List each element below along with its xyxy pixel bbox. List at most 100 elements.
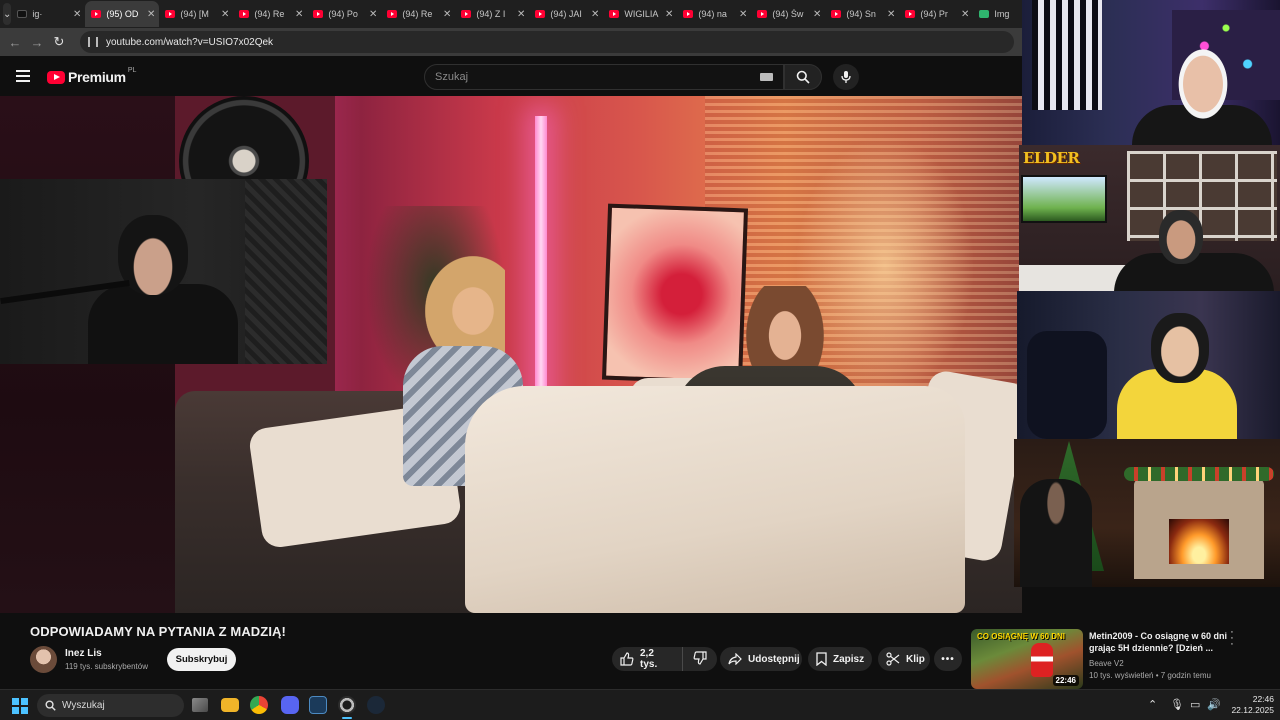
tab-close-icon[interactable]: ✕ [369,9,377,20]
app-window-icon[interactable] [309,696,327,714]
image-icon [979,10,990,18]
tab-strip: ⌄ ig· ✕ (95) OD ✕ (94) [M ✕ (94) Re ✕ (94) Po ✕ (9… [0,0,1022,28]
share-button[interactable]: Udostępnij [720,647,802,671]
webcam-yellow-hoodie [1017,291,1280,439]
cam4-person [1020,479,1092,587]
clock[interactable]: 22:46 22.12.2025 [1222,694,1274,716]
microphone-tray-icon[interactable]: 🎙 [1170,698,1184,711]
chrome-icon[interactable] [250,696,268,714]
youtube-icon [831,10,842,18]
tab-close-icon[interactable]: ✕ [665,9,673,20]
tab-label: ig· [32,9,43,19]
dislike-button[interactable] [683,647,717,671]
browser-tab[interactable]: (94) Z I ✕ [455,1,529,27]
browser-tab[interactable]: (94) JAI ✕ [529,1,603,27]
like-count: 2,2 tys. [640,648,658,670]
task-view-icon[interactable] [192,698,208,712]
webcam-christmas [1014,439,1280,587]
windows-start-icon[interactable] [12,698,28,714]
youtube-icon [387,10,398,18]
save-button[interactable]: Zapisz [808,647,872,671]
browser-tab[interactable]: (94) Re ✕ [233,1,307,27]
network-icon[interactable]: ▭ [1190,698,1200,711]
volume-icon[interactable]: 🔊 [1207,698,1221,711]
search-input[interactable] [435,71,760,83]
clip-button[interactable]: Klip [878,647,930,671]
tab-label: (94) na [698,9,727,19]
browser-tab[interactable]: (95) OD ✕ [85,1,160,27]
tab-close-icon[interactable]: ✕ [147,9,155,20]
tab-close-icon[interactable]: ✕ [295,9,303,20]
tab-close-icon[interactable]: ✕ [443,9,451,20]
chevron-up-icon[interactable]: ⌃ [1148,698,1157,711]
url-field[interactable]: youtube.com/watch?v=USIO7x02Qek [80,31,1014,53]
back-arrow-icon[interactable]: ← [4,35,26,50]
elder-badge: ELDER [1023,149,1080,167]
browser-tab[interactable]: WIGILIA ✕ [603,1,677,27]
video-player[interactable] [0,96,1022,613]
tab-label: (94) Sn [846,9,876,19]
taskbar-search[interactable]: Wyszukaj [37,694,184,717]
obs-icon[interactable] [338,696,356,714]
tab-label: (94) Św [772,9,804,19]
file-explorer-icon[interactable] [221,698,239,712]
recommended-channel[interactable]: Beave V2 [1089,659,1124,668]
desk [1019,265,1129,291]
neon-lamp [535,116,547,416]
discord-icon[interactable] [281,696,299,714]
channel-avatar[interactable] [30,646,57,673]
youtube-icon [239,10,250,18]
browser-tab[interactable]: (94) na ✕ [677,1,751,27]
webcam-top-right [1022,0,1280,145]
tab-close-icon[interactable]: ✕ [73,9,81,20]
tab-close-icon[interactable]: ✕ [221,9,229,20]
browser-tab[interactable]: ig· ✕ [11,1,85,27]
subscribe-button[interactable]: Subskrybuj [167,648,236,671]
tab-search-button[interactable]: ⌄ [3,3,12,25]
acoustic-foam [245,179,327,364]
recommended-thumbnail[interactable]: CO OSIĄGNĘ W 60 DNI 22:46 [971,629,1083,689]
browser-tab[interactable]: (94) Sn ✕ [825,1,899,27]
garland [1124,467,1274,481]
voice-search-button[interactable] [833,64,859,90]
youtube-icon [313,10,324,18]
url-text: youtube.com/watch?v=USIO7x02Qek [106,36,274,48]
browser-tab[interactable]: (94) Po ✕ [307,1,381,27]
thumbs-down-icon [693,650,707,668]
taskbar-search-label: Wyszukaj [62,700,105,711]
recommended-video[interactable]: CO OSIĄGNĘ W 60 DNI 22:46 Metin2009 - Co… [971,627,1271,689]
tab-close-icon[interactable]: ✕ [813,9,821,20]
search-icon [796,70,810,84]
menu-icon[interactable] [16,70,30,82]
tab-label: WIGILIA [624,9,659,19]
tab-close-icon[interactable]: ✕ [591,9,599,20]
thumbs-up-icon [620,652,634,666]
cam1-face [1172,40,1234,120]
keyboard-icon[interactable] [760,73,773,81]
recommended-title[interactable]: Metin2009 - Co osiągnę w 60 dni grając 5… [1089,630,1229,654]
browser-tab[interactable]: (94) Św ✕ [751,1,825,27]
reload-icon[interactable]: ↻ [48,34,70,50]
tab-close-icon[interactable]: ✕ [961,9,969,20]
tab-close-icon[interactable]: ✕ [517,9,525,20]
wall-art-frame [601,203,749,385]
browser-tab[interactable]: (94) Pr ✕ [899,1,973,27]
tab-close-icon[interactable]: ✕ [739,9,747,20]
tab-close-icon[interactable]: ✕ [887,9,895,20]
youtube-premium-logo[interactable]: Premium PL [47,67,136,85]
browser-tab[interactable]: (94) Re ✕ [381,1,455,27]
browser-tab[interactable]: (94) [M ✕ [159,1,233,27]
search-icon [45,700,56,711]
tab-label: (94) Re [254,9,285,19]
logo-text: Premium [68,69,126,85]
like-button[interactable]: 2,2 tys. [612,647,683,671]
kebab-menu-icon[interactable]: · · · [1227,627,1237,650]
tiktok-icon [17,10,28,18]
search-button[interactable] [784,64,822,90]
more-actions-button[interactable]: ••• [934,647,962,671]
site-settings-icon[interactable] [88,37,98,47]
steam-icon[interactable] [367,696,385,714]
channel-name[interactable]: Inez Lis [65,648,102,659]
clock-date: 22.12.2025 [1231,705,1274,715]
forward-arrow-icon[interactable]: → [26,35,48,50]
